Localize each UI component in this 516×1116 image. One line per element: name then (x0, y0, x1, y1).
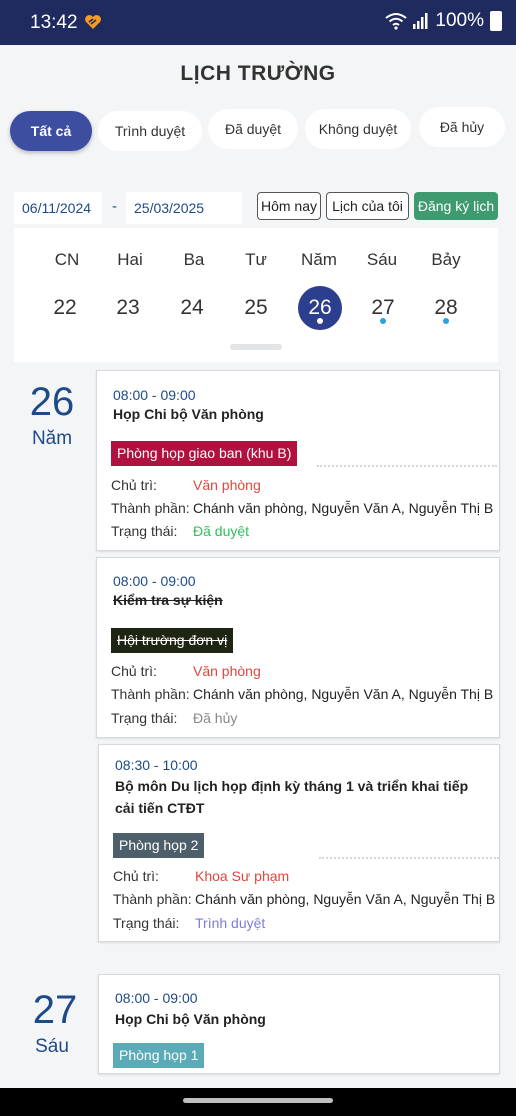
day-name: Năm (31, 428, 73, 449)
today-button[interactable]: Hôm nay (257, 192, 321, 220)
day-number: 26 (29, 380, 75, 424)
members-label: Thành phần: (111, 686, 190, 702)
date-22[interactable]: 22 (43, 286, 87, 330)
host-value: Văn phòng (193, 477, 261, 493)
members-label: Thành phần: (111, 500, 190, 516)
room-badge: Phòng họp giao ban (khu B) (111, 441, 298, 466)
status-value: Đã duyệt (193, 523, 250, 539)
host-value: Khoa Sư phạm (195, 868, 290, 884)
host-value: Văn phòng (193, 663, 261, 679)
event-title: Họp Chi bộ Văn phòng (115, 1011, 266, 1027)
app-notification-icon (85, 15, 101, 29)
status-time: 13:42 (30, 12, 78, 33)
event-time: 08:00 - 09:00 (115, 990, 198, 1006)
event-time: 08:00 - 09:00 (113, 573, 196, 589)
page-title: LỊCH TRƯỜNG (180, 62, 336, 85)
event-title: Họp Chi bộ Văn phòng (113, 406, 264, 422)
weekday-sat: Bảy (431, 250, 461, 269)
home-gesture-bar[interactable] (183, 1098, 333, 1103)
divider (317, 465, 497, 467)
status-label: Trạng thái: (111, 710, 178, 726)
host-label: Chủ trì: (111, 477, 157, 493)
weekday-mon: Hai (117, 250, 143, 269)
tab-rejected[interactable]: Không duyệt (305, 109, 411, 149)
members-value: Chánh văn phòng, Nguyễn Văn A, Nguyễn Th… (193, 500, 494, 516)
room-badge: Hội trường đơn vị (111, 628, 234, 653)
status-label: Trạng thái: (113, 915, 180, 931)
status-bar: 13:42 100% (0, 0, 516, 45)
register-schedule-button[interactable]: Đăng ký lịch (414, 192, 498, 220)
host-label: Chủ trì: (113, 868, 159, 884)
date-24[interactable]: 24 (170, 286, 214, 330)
weekday-thu: Năm (301, 250, 337, 269)
system-nav-bar (0, 1088, 516, 1116)
members-value: Chánh văn phòng, Nguyễn Văn A, Nguyễn Th… (195, 891, 496, 907)
tab-cancelled[interactable]: Đã hủy (419, 107, 505, 147)
end-date-field[interactable]: 25/03/2025 (126, 192, 242, 224)
my-schedule-button[interactable]: Lịch của tôi (326, 192, 409, 220)
members-value: Chánh văn phòng, Nguyễn Văn A, Nguyễn Th… (193, 686, 494, 702)
event-dot-27 (380, 318, 386, 324)
event-dot-26 (317, 318, 323, 324)
weekday-tue: Ba (183, 250, 205, 269)
event-dot-28 (443, 318, 449, 324)
host-label: Chủ trì: (111, 663, 157, 679)
date-separator: - (112, 198, 117, 215)
event-card[interactable]: 08:00 - 09:00 Họp Chi bộ Văn phòng Phòng… (98, 974, 500, 1074)
day-number: 27 (32, 988, 78, 1032)
weekday-wed: Tư (245, 250, 267, 269)
status-value: Đã hủy (193, 710, 238, 726)
tab-approved[interactable]: Đã duyệt (208, 109, 298, 149)
event-card[interactable]: 08:30 - 10:00 Bộ môn Du lịch họp định kỳ… (98, 744, 500, 942)
event-card[interactable]: 08:00 - 09:00 Kiểm tra sự kiện Hội trườn… (96, 557, 500, 738)
event-card[interactable]: 08:00 - 09:00 Họp Chi bộ Văn phòng Phòng… (96, 370, 500, 551)
tab-all[interactable]: Tất cả (10, 111, 92, 151)
event-time: 08:00 - 09:00 (113, 387, 196, 403)
date-23[interactable]: 23 (106, 286, 150, 330)
divider (319, 857, 499, 859)
expand-handle[interactable] (230, 344, 282, 350)
signal-icon (413, 13, 428, 29)
battery-level: 100% (435, 10, 484, 31)
status-value: Trình duyệt (195, 915, 266, 931)
status-label: Trạng thái: (111, 523, 178, 539)
event-title: Bộ môn Du lịch họp định kỳ tháng 1 và tr… (115, 778, 469, 816)
day-name: Sáu (35, 1036, 69, 1057)
weekday-fri: Sáu (366, 250, 398, 269)
tab-pending[interactable]: Trình duyệt (98, 111, 202, 151)
room-badge: Phòng họp 2 (113, 833, 205, 858)
date-25[interactable]: 25 (234, 286, 278, 330)
members-label: Thành phần: (113, 891, 192, 907)
room-badge: Phòng họp 1 (113, 1043, 205, 1068)
event-title: Kiểm tra sự kiện (113, 592, 223, 608)
week-calendar: CN Hai Ba Tư Năm Sáu Bảy 22 23 24 25 26 … (14, 228, 498, 362)
weekday-sun: CN (54, 250, 80, 269)
event-time: 08:30 - 10:00 (115, 757, 198, 773)
wifi-icon (385, 13, 408, 30)
start-date-field[interactable]: 06/11/2024 (14, 192, 102, 224)
battery-icon (490, 11, 502, 31)
